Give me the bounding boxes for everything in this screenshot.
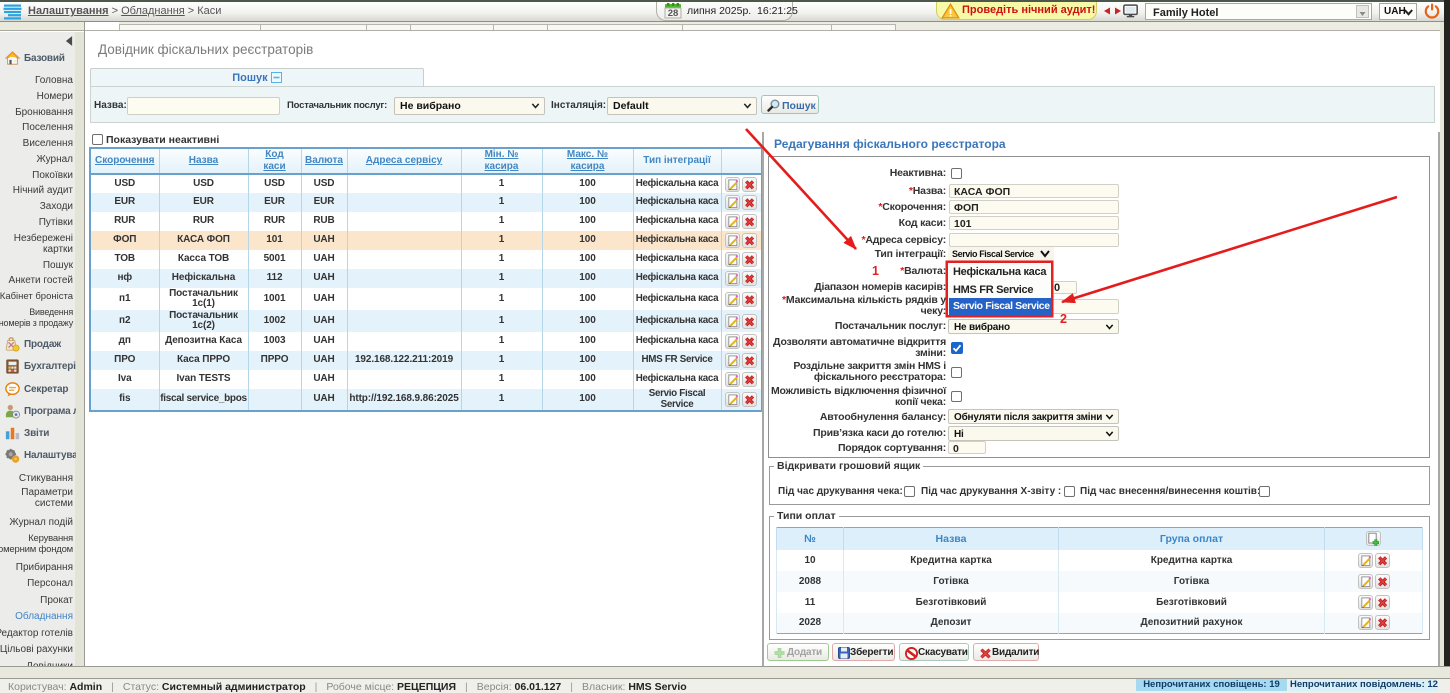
svg-text:28: 28 [668, 8, 679, 19]
